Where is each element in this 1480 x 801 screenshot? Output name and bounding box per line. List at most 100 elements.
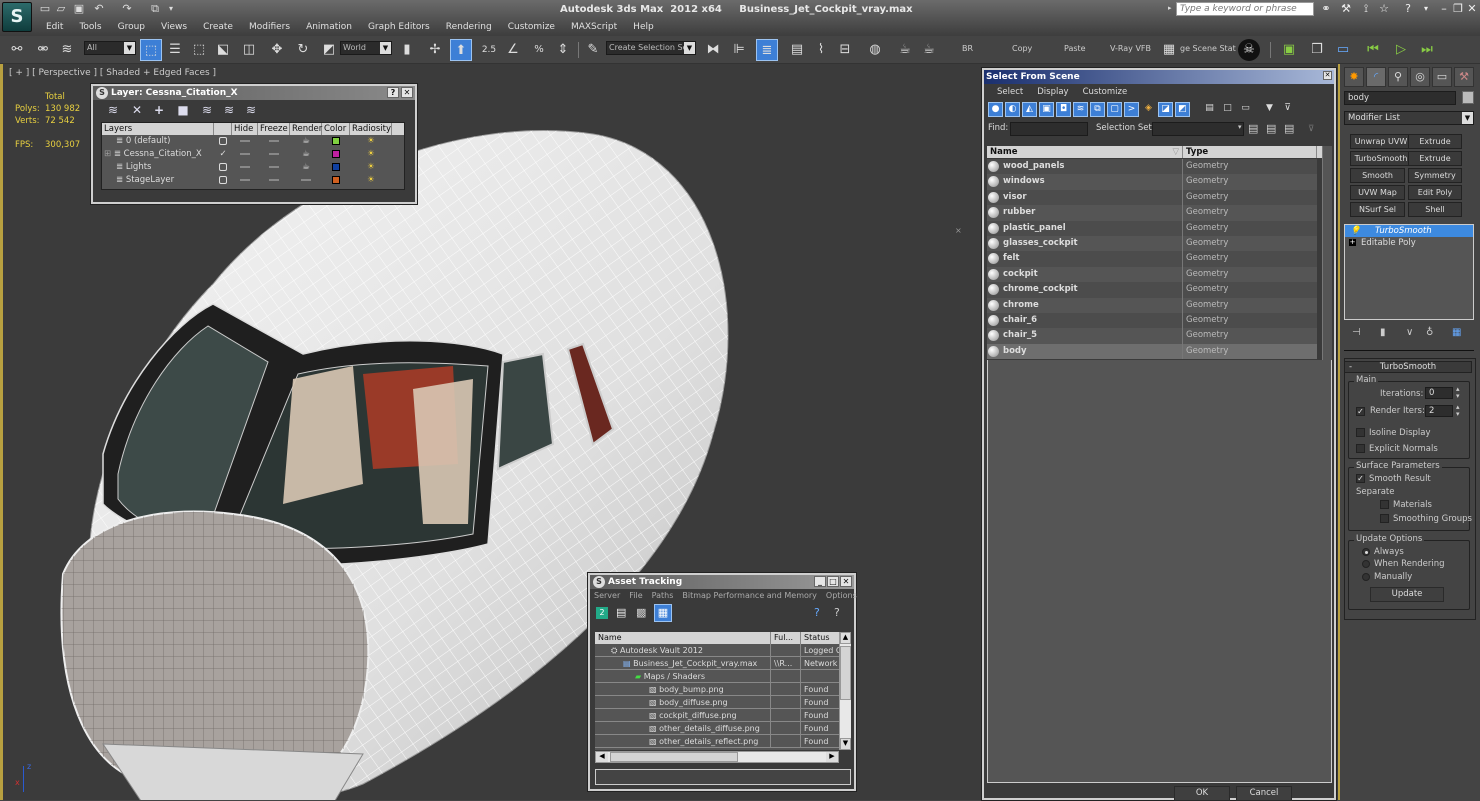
list-item[interactable]: glasses_cockpit Geometry — [987, 235, 1332, 252]
delete-layer-icon[interactable]: ✕ — [129, 103, 145, 117]
col-render[interactable]: Render — [290, 123, 322, 135]
search-expand-icon[interactable]: ▸ — [1168, 4, 1172, 12]
smooth-result-checkbox[interactable]: ✓ — [1356, 474, 1365, 483]
iterations-spinner[interactable]: ▴ ▾ — [1456, 386, 1460, 400]
asset-row[interactable]: ⛭ Autodesk Vault 2012 Logged O — [595, 644, 839, 657]
window-crossing-icon[interactable]: ⬕ — [212, 39, 234, 61]
display-geometry-icon[interactable]: ● — [988, 102, 1003, 117]
modifier-button-symmetry[interactable]: Symmetry — [1408, 168, 1462, 183]
col-hide[interactable]: Hide — [232, 123, 258, 135]
selection-set-options-icon[interactable]: ⊽ — [1308, 124, 1314, 134]
eraser-icon[interactable]: ▭ — [1332, 39, 1354, 61]
named-selection-dropdown[interactable]: Create Selection Se ▼ — [606, 41, 696, 55]
update-manually-radio[interactable] — [1362, 573, 1370, 581]
horizontal-scrollbar-thumb[interactable] — [610, 752, 738, 762]
cancel-button[interactable]: Cancel — [1236, 786, 1292, 801]
menu-modifiers[interactable]: Modifiers — [241, 20, 298, 34]
freeze-toggle[interactable] — [269, 139, 279, 142]
asset-row[interactable]: ▧ body_diffuse.png Found — [595, 696, 839, 709]
radiosity-icon[interactable]: ☀ — [350, 174, 392, 187]
scene-states-icon[interactable]: ▦ — [1158, 39, 1180, 61]
select-objects-in-layer-icon[interactable]: ■ — [175, 103, 191, 117]
help-button[interactable]: ? — [387, 87, 399, 98]
list-item[interactable]: chrome Geometry — [987, 297, 1332, 313]
select-and-link-icon[interactable]: ⚯ — [6, 39, 28, 61]
list-view-icon[interactable]: ▤ — [616, 606, 626, 619]
asset-row[interactable]: ▧ body_bump.png Found — [595, 683, 839, 696]
render-iters-checkbox[interactable]: ✓ — [1356, 407, 1365, 416]
app-logo-button[interactable]: S — [2, 2, 32, 32]
next-key-icon[interactable]: ⏭ — [1416, 39, 1438, 61]
isoline-display-checkbox[interactable] — [1356, 428, 1365, 437]
new-file-icon[interactable]: ▭ — [38, 3, 52, 15]
undo-icon[interactable]: ↶ — [92, 3, 106, 15]
wrench-icon[interactable]: ⚒ — [1338, 2, 1354, 16]
render-setup-icon[interactable]: ☕ — [894, 39, 916, 61]
stack-item[interactable]: + Editable Poly — [1345, 237, 1473, 249]
minimize-button[interactable]: _ — [814, 576, 826, 587]
favorites-star-icon[interactable]: ☆ — [1376, 2, 1392, 16]
hide-toggle[interactable] — [240, 178, 250, 181]
percent-snap-icon[interactable]: % — [528, 39, 550, 61]
make-unique-icon[interactable]: ∨ — [1406, 327, 1413, 338]
list-item[interactable]: rubber Geometry — [987, 205, 1332, 221]
bind-space-warp-icon[interactable]: ≋ — [56, 39, 78, 61]
br-button[interactable]: BR — [962, 44, 973, 53]
create-layer-icon[interactable]: ≋ — [105, 103, 121, 117]
satellite-icon[interactable]: ⟟ — [1358, 2, 1374, 16]
asset-path-field[interactable] — [595, 769, 851, 785]
modifier-button-uvw-map[interactable]: UVW Map — [1350, 185, 1405, 200]
animation-layers-icon[interactable]: ▣ — [1278, 39, 1300, 61]
layer-name[interactable]: 0 (default) — [126, 136, 171, 146]
refresh-icon[interactable]: 2 — [596, 607, 608, 619]
redo-icon[interactable]: ↷ — [120, 3, 134, 15]
quick-access-dropdown-icon[interactable]: ▾ — [164, 3, 178, 15]
display-helpers-icon[interactable]: ◘ — [1056, 102, 1071, 117]
list-item[interactable]: windows Geometry — [987, 174, 1332, 190]
modifier-button-smooth[interactable]: Smooth — [1350, 168, 1405, 183]
close-button[interactable]: ✕ — [1323, 71, 1332, 80]
list-item-selected[interactable]: body Geometry — [987, 343, 1332, 360]
object-color-swatch[interactable] — [1462, 91, 1474, 104]
layer-name[interactable]: Lights — [126, 162, 152, 172]
col-radiosity[interactable]: Radiosity — [350, 123, 392, 135]
iterations-input[interactable]: 0 — [1425, 387, 1453, 399]
modifier-button-extrude-2[interactable]: Extrude — [1408, 151, 1462, 166]
select-by-name-icon[interactable]: ☰ — [164, 39, 186, 61]
modifier-button-unwrap-uvw[interactable]: Unwrap UVW — [1350, 134, 1412, 149]
menu-paths[interactable]: Paths — [652, 589, 683, 603]
crossing-toggle-icon[interactable]: ◫ — [238, 39, 260, 61]
curve-editor-icon[interactable]: ⌇ — [810, 39, 832, 61]
menu-server[interactable]: Server — [594, 589, 629, 603]
expand-icon[interactable]: + — [1349, 239, 1356, 246]
asset-row[interactable]: ▰ Maps / Shaders — [595, 670, 839, 683]
open-file-icon[interactable]: ▱ — [54, 3, 68, 15]
hide-toggle[interactable] — [240, 139, 250, 142]
render-iters-spinner[interactable]: ▴ ▾ — [1456, 404, 1460, 418]
pin-stack-icon[interactable]: ⊣ — [1352, 327, 1361, 338]
help-dropdown-icon[interactable]: ▾ — [1418, 2, 1434, 16]
scroll-right-icon[interactable]: ▶ — [826, 752, 838, 762]
menu-bitmap-performance[interactable]: Bitmap Performance and Memory — [682, 589, 826, 603]
display-shapes-icon[interactable]: ◐ — [1005, 102, 1020, 117]
list-item[interactable]: visor Geometry — [987, 189, 1332, 206]
layer-row[interactable]: ≣ Lights ☕ ☀ — [102, 161, 404, 174]
add-to-selection-set-icon[interactable]: ▤ — [1266, 122, 1276, 135]
asset-row[interactable]: ▤ Business_Jet_Cockpit_vray.max \\R... Net… — [595, 657, 839, 670]
select-manipulate-icon[interactable]: ✢ — [424, 39, 446, 61]
close-button[interactable]: ✕ — [401, 87, 413, 98]
highlight-selected-layer-icon[interactable]: ≋ — [199, 103, 215, 117]
list-scrollbar[interactable] — [1322, 146, 1332, 360]
render-teapot-icon[interactable]: ☕ — [290, 135, 322, 148]
graphite-ribbon-icon[interactable]: ▤ — [786, 39, 808, 61]
freeze-toggle[interactable] — [269, 165, 279, 168]
col-name[interactable]: Name ▽ — [987, 146, 1183, 158]
vray-vfb-button[interactable]: V-Ray VFB — [1110, 44, 1151, 53]
menu-options[interactable]: Options — [826, 589, 866, 603]
chevron-down-icon[interactable]: ▾ — [1238, 123, 1242, 131]
previous-key-icon[interactable]: ⏮ — [1362, 39, 1384, 61]
find-input[interactable] — [1010, 122, 1088, 136]
update-button[interactable]: Update — [1370, 587, 1444, 602]
freeze-toggle[interactable] — [269, 152, 279, 155]
update-when-rendering-radio[interactable] — [1362, 560, 1370, 568]
